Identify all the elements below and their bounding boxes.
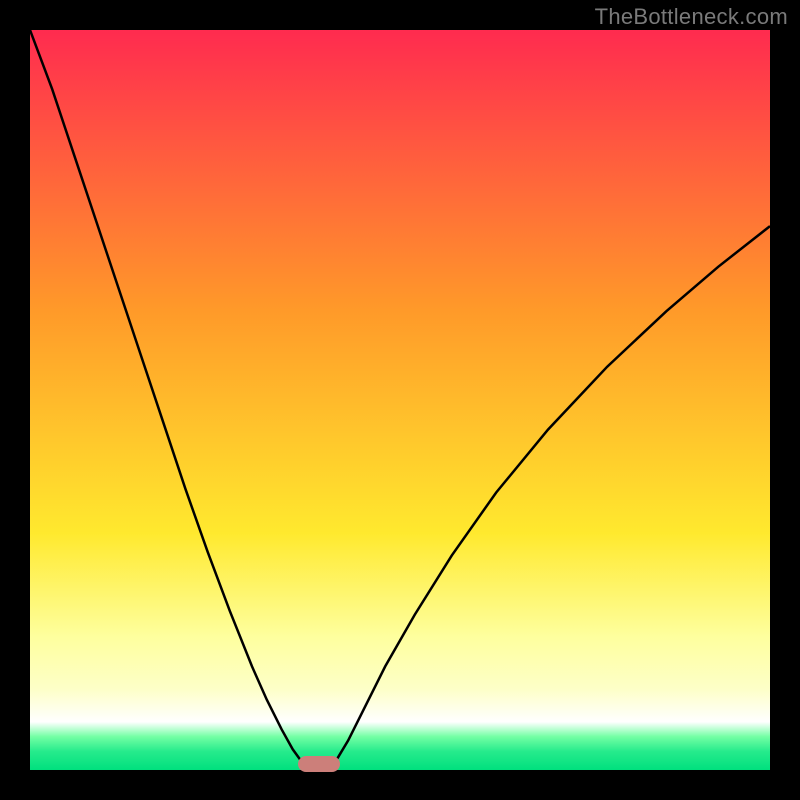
gradient-background [30,30,770,770]
bottleneck-marker [298,756,340,772]
watermark-text: TheBottleneck.com [595,4,788,30]
chart-frame: TheBottleneck.com [0,0,800,800]
plot-svg [30,30,770,770]
plot-area [30,30,770,770]
